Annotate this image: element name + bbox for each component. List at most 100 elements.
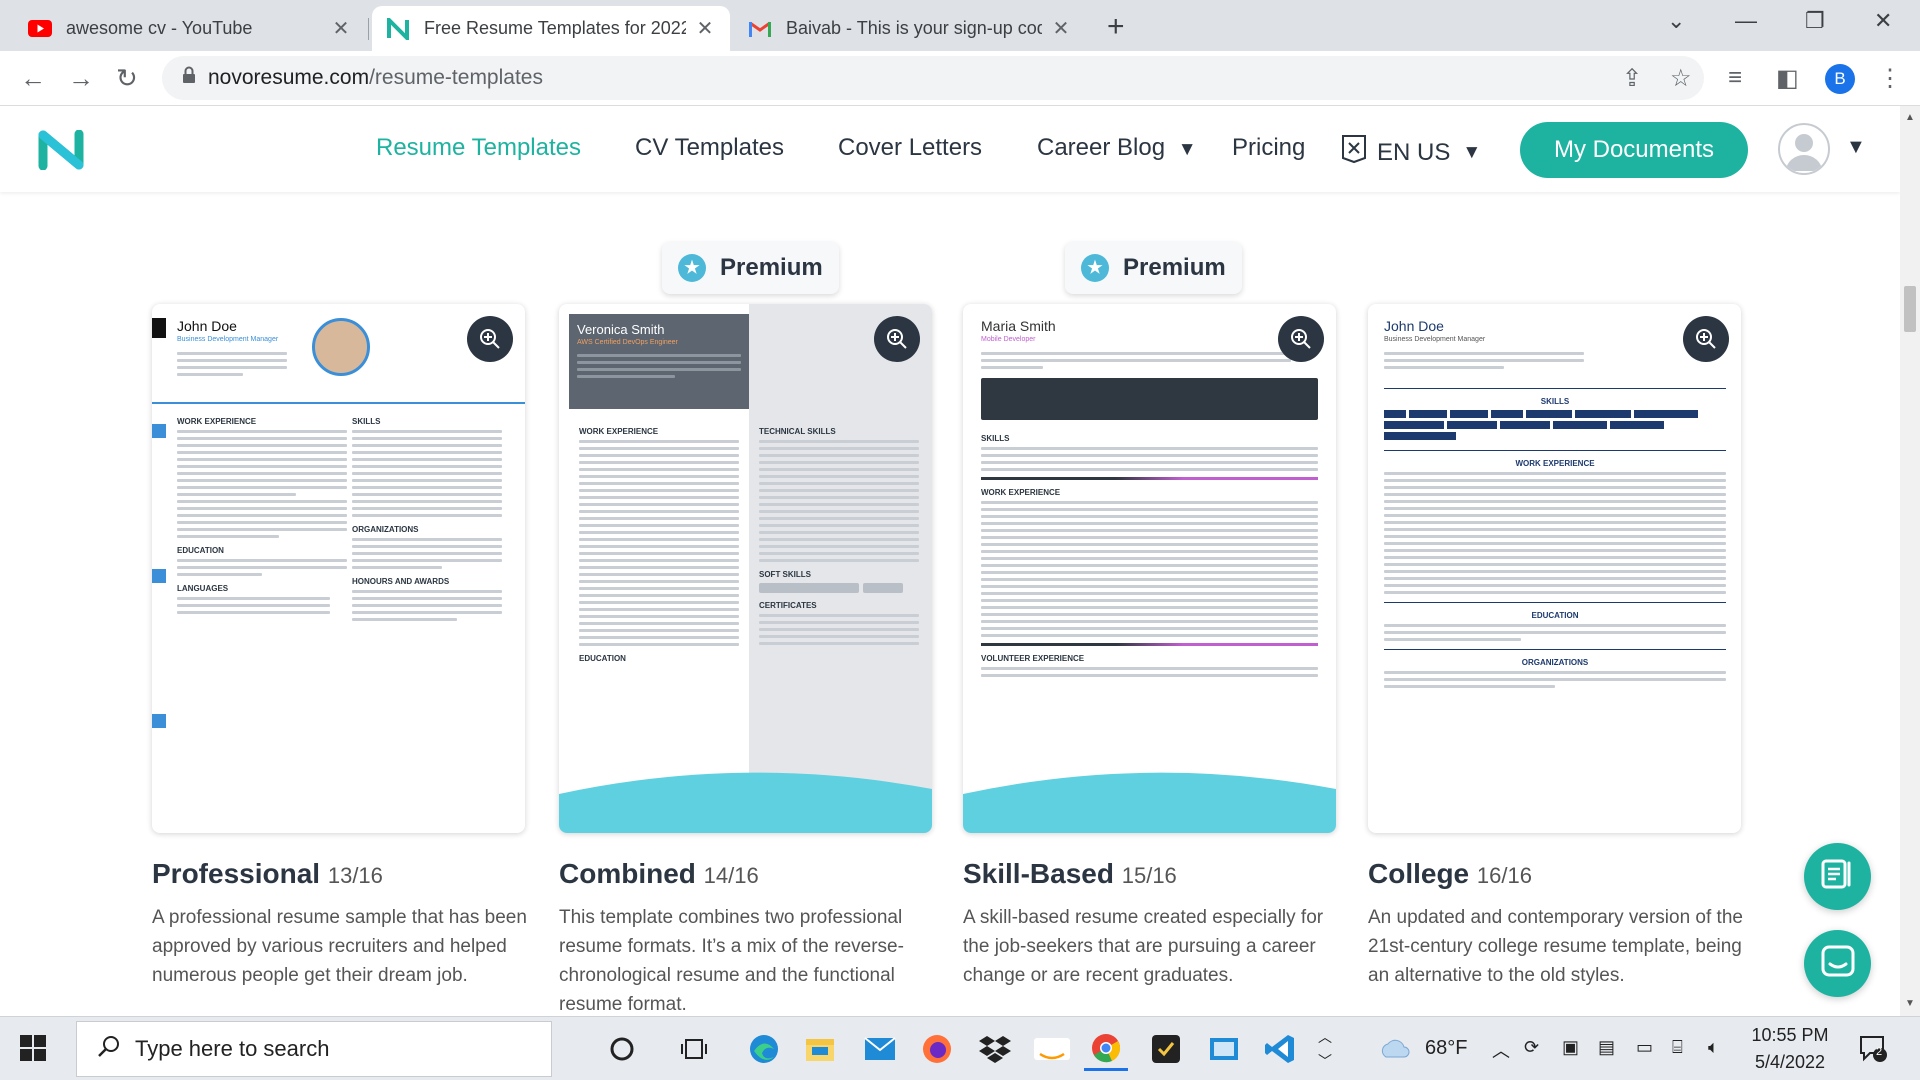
scroll-thumb[interactable] [1904, 286, 1916, 332]
nav-cover-letters[interactable]: Cover Letters [838, 134, 982, 162]
zoom-in-icon[interactable] [1683, 316, 1729, 362]
clock[interactable]: 10:55 PM 5/4/2022 [1750, 1025, 1830, 1073]
template-card-combined[interactable]: Veronica Smith AWS Certified DevOps Engi… [559, 304, 932, 833]
gmail-icon [748, 17, 772, 41]
tray-display-icon[interactable]: ▣ [1562, 1037, 1579, 1058]
account-menu-chevron-icon[interactable]: ▼ [1846, 136, 1866, 159]
nav-resume-templates[interactable]: Resume Templates [376, 134, 581, 162]
template-title[interactable]: College 16/16 [1368, 858, 1532, 890]
address-bar[interactable]: novoresume.com/resume-templates [162, 56, 1704, 100]
new-tab-button[interactable]: + [1107, 10, 1125, 44]
nav-pricing[interactable]: Pricing [1232, 134, 1305, 162]
windows-start-icon[interactable] [20, 1035, 46, 1066]
tab-gmail[interactable]: Baivab - This is your sign-up code ✕ [734, 6, 1086, 51]
nav-career-blog[interactable]: Career Blog ▼ [1037, 134, 1197, 162]
zoom-in-icon[interactable] [874, 316, 920, 362]
task-view-icon[interactable] [672, 1027, 716, 1071]
tray-up-chevron-icon[interactable]: ︿ [1492, 1037, 1510, 1063]
tab-title: awesome cv - YouTube [66, 18, 253, 38]
bookmark-star-icon[interactable]: ☆ [1670, 64, 1692, 93]
chat-fab-button[interactable] [1804, 930, 1871, 997]
firefox-icon[interactable] [915, 1027, 959, 1071]
language-selector[interactable]: EN US ▼ [1341, 134, 1481, 171]
template-title[interactable]: Professional 13/16 [152, 858, 383, 890]
preview-section: SKILLS [352, 417, 381, 426]
reading-list-icon[interactable]: ≡ [1728, 64, 1742, 92]
user-avatar[interactable] [1778, 123, 1830, 175]
menu-kebab-icon[interactable]: ⋮ [1878, 64, 1902, 93]
forward-icon[interactable]: → [68, 63, 94, 94]
todo-icon[interactable] [1144, 1027, 1188, 1071]
tab-divider [368, 18, 369, 40]
preview-role: AWS Certified DevOps Engineer [577, 339, 678, 346]
volume-icon[interactable]: 🔈︎ [1708, 1037, 1719, 1058]
edge-icon[interactable] [742, 1027, 786, 1071]
template-card-college[interactable]: John Doe Business Development Manager SK… [1368, 304, 1741, 833]
back-icon[interactable]: ← [20, 63, 46, 94]
nav-cv-templates[interactable]: CV Templates [635, 134, 784, 162]
vscode-icon[interactable] [1258, 1027, 1302, 1071]
template-name: Skill-Based [963, 858, 1114, 889]
template-card-skill-based[interactable]: Maria Smith Mobile Developer SKILLS WORK… [963, 304, 1336, 833]
tab-search-icon[interactable]: ⌄ [1667, 8, 1685, 34]
tray-chevron-down-icon[interactable]: ﹀ [1318, 1051, 1332, 1071]
control-panel-icon[interactable] [1202, 1027, 1246, 1071]
file-explorer-icon[interactable] [798, 1027, 842, 1071]
battery-icon[interactable]: ▭ [1636, 1037, 1653, 1058]
mail-icon[interactable] [858, 1027, 902, 1071]
close-tab-icon[interactable]: ✕ [1050, 16, 1072, 41]
document-fab-button[interactable] [1804, 843, 1871, 910]
novoresume-logo[interactable] [38, 129, 84, 175]
minimize-icon[interactable]: — [1735, 8, 1757, 34]
notifications-icon[interactable]: 2 [1858, 1033, 1888, 1068]
template-card-professional[interactable]: John Doe Business Development Manager WO… [152, 304, 525, 833]
reload-icon[interactable]: ↻ [116, 63, 138, 94]
weather-temperature[interactable]: 68°F [1425, 1037, 1467, 1060]
template-name: College [1368, 858, 1470, 889]
weather-cloud-icon[interactable] [1378, 1035, 1410, 1064]
amazon-icon[interactable] [1030, 1027, 1074, 1071]
template-name: Combined [559, 858, 696, 889]
chrome-icon[interactable] [1084, 1027, 1128, 1071]
resume-preview: Maria Smith Mobile Developer SKILLS WORK… [963, 304, 1336, 833]
close-tab-icon[interactable]: ✕ [694, 16, 716, 41]
zoom-in-icon[interactable] [1278, 316, 1324, 362]
preview-name: John Doe [177, 318, 237, 334]
preview-section: EDUCATION [579, 654, 626, 663]
preview-section: SOFT SKILLS [759, 570, 811, 579]
preview-role: Mobile Developer [981, 336, 1036, 343]
my-documents-button[interactable]: My Documents [1520, 122, 1748, 178]
scroll-down-icon[interactable]: ▼ [1905, 998, 1915, 1009]
tray-overflow-chevron-icon[interactable]: ︿ [1318, 1027, 1332, 1047]
side-panel-icon[interactable]: ◧ [1776, 64, 1799, 93]
page-scrollbar[interactable]: ▲ ▼ [1900, 106, 1920, 1016]
tab-youtube[interactable]: awesome cv - YouTube ✕ [14, 6, 366, 51]
close-tab-icon[interactable]: ✕ [330, 16, 352, 41]
windows-taskbar: Type here to search ︿ ﹀ 68°F ︿ ⟳ ▣ ▤ ▭ ⌸… [0, 1016, 1920, 1080]
share-icon[interactable]: ⇪ [1622, 64, 1642, 93]
preview-section: VOLUNTEER EXPERIENCE [981, 654, 1085, 663]
restore-icon[interactable]: ❐ [1805, 8, 1825, 34]
language-label: EN US [1377, 138, 1451, 166]
tab-title: Baivab - This is your sign-up code [786, 18, 1042, 38]
template-title[interactable]: Combined 14/16 [559, 858, 759, 890]
profile-avatar[interactable]: B [1825, 64, 1855, 94]
dropbox-icon[interactable] [973, 1027, 1017, 1071]
template-description: A professional resume sample that has be… [152, 907, 527, 986]
premium-badge: ★ Premium [662, 242, 839, 294]
taskbar-search-placeholder: Type here to search [135, 1036, 330, 1061]
template-title[interactable]: Skill-Based 15/16 [963, 858, 1177, 890]
close-window-icon[interactable]: ✕ [1874, 8, 1892, 34]
chevron-down-icon: ▼ [1462, 141, 1482, 163]
cortana-icon[interactable] [600, 1027, 644, 1071]
tab-novoresume[interactable]: Free Resume Templates for 2022 ✕ [372, 6, 730, 51]
tray-device-icon[interactable]: ▤ [1598, 1037, 1615, 1058]
preview-section: WORK EXPERIENCE [1515, 459, 1595, 468]
taskbar-search-box[interactable]: Type here to search [76, 1021, 552, 1077]
scroll-up-icon[interactable]: ▲ [1905, 112, 1915, 123]
zoom-in-icon[interactable] [467, 316, 513, 362]
premium-label: Premium [720, 254, 823, 281]
tray-sync-icon[interactable]: ⟳ [1524, 1037, 1539, 1058]
resume-preview: John Doe Business Development Manager SK… [1368, 304, 1741, 833]
network-icon[interactable]: ⌸ [1672, 1037, 1683, 1058]
